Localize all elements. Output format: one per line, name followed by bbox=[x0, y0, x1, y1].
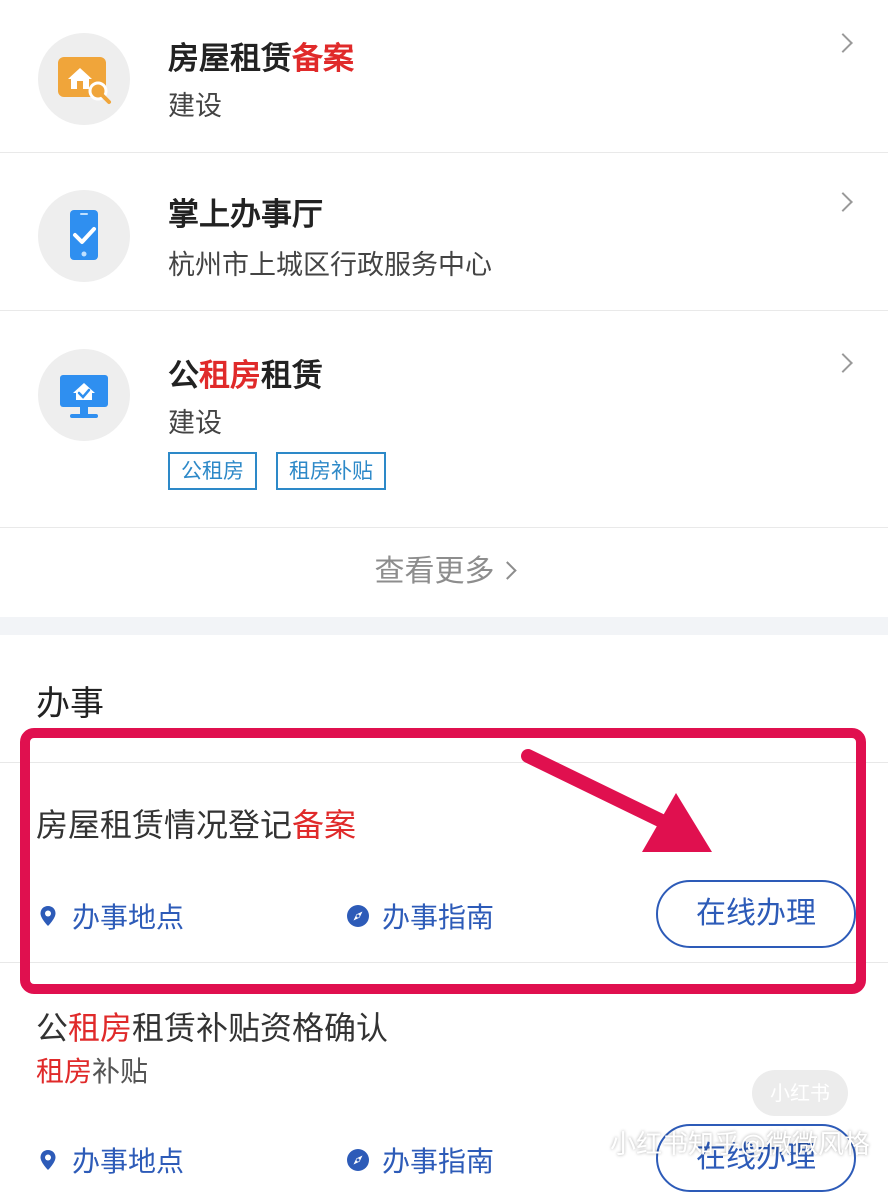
service-title: 掌上办事厅 bbox=[168, 197, 323, 233]
see-more-label: 查看更多 bbox=[374, 554, 495, 589]
see-more-button[interactable]: 查看更多 bbox=[0, 528, 888, 616]
service-department: 建设 bbox=[168, 91, 222, 122]
mobile-check-icon bbox=[38, 190, 130, 282]
guide-label: 办事指南 bbox=[382, 1145, 495, 1178]
item-title[interactable]: 公租房租赁补贴资格确认 bbox=[36, 1003, 388, 1049]
section-title: 办事 bbox=[36, 684, 104, 724]
location-pin-icon bbox=[40, 906, 56, 926]
location-link[interactable]: 办事地点 bbox=[36, 1140, 184, 1180]
chevron-right-icon bbox=[497, 561, 517, 580]
tag-public-housing[interactable]: 公租房 bbox=[168, 452, 257, 490]
location-label: 办事地点 bbox=[72, 1145, 185, 1178]
divider bbox=[0, 762, 888, 763]
location-pin-icon bbox=[40, 1150, 56, 1170]
tag-rent-subsidy[interactable]: 租房补贴 bbox=[276, 452, 386, 490]
item-tag: 租房补贴 bbox=[36, 1055, 149, 1088]
compass-icon bbox=[347, 1149, 369, 1171]
compass-icon bbox=[347, 905, 369, 927]
service-row-rental-filing[interactable]: 房屋租赁备案 建设 bbox=[0, 0, 888, 153]
highlight-box bbox=[20, 728, 866, 994]
chevron-right-icon bbox=[833, 192, 853, 212]
online-apply-button[interactable]: 在线办理 bbox=[656, 880, 856, 948]
chevron-right-icon bbox=[833, 33, 853, 53]
guide-link[interactable]: 办事指南 bbox=[346, 896, 494, 936]
section-gap bbox=[0, 617, 888, 635]
watermark: 小红书知乎@微微风格 bbox=[609, 1130, 870, 1160]
service-title: 公租房租赁 bbox=[168, 358, 323, 394]
service-department: 建设 bbox=[168, 408, 222, 439]
location-label: 办事地点 bbox=[72, 901, 185, 934]
service-row-public-rental[interactable]: 公租房租赁 建设 bbox=[0, 311, 888, 528]
guide-link[interactable]: 办事指南 bbox=[346, 1140, 494, 1180]
house-search-icon bbox=[38, 33, 130, 125]
item-title[interactable]: 房屋租赁情况登记备案 bbox=[36, 800, 356, 846]
watermark-badge: 小红书 bbox=[752, 1070, 848, 1116]
service-row-mobile-hall[interactable]: 掌上办事厅 杭州市上城区行政服务中心 bbox=[0, 153, 888, 311]
service-title: 房屋租赁备案 bbox=[168, 41, 354, 77]
guide-label: 办事指南 bbox=[382, 901, 495, 934]
divider bbox=[0, 962, 888, 963]
location-link[interactable]: 办事地点 bbox=[36, 896, 184, 936]
monitor-house-icon bbox=[38, 349, 130, 441]
service-department: 杭州市上城区行政服务中心 bbox=[168, 250, 492, 281]
chevron-right-icon bbox=[833, 353, 853, 373]
